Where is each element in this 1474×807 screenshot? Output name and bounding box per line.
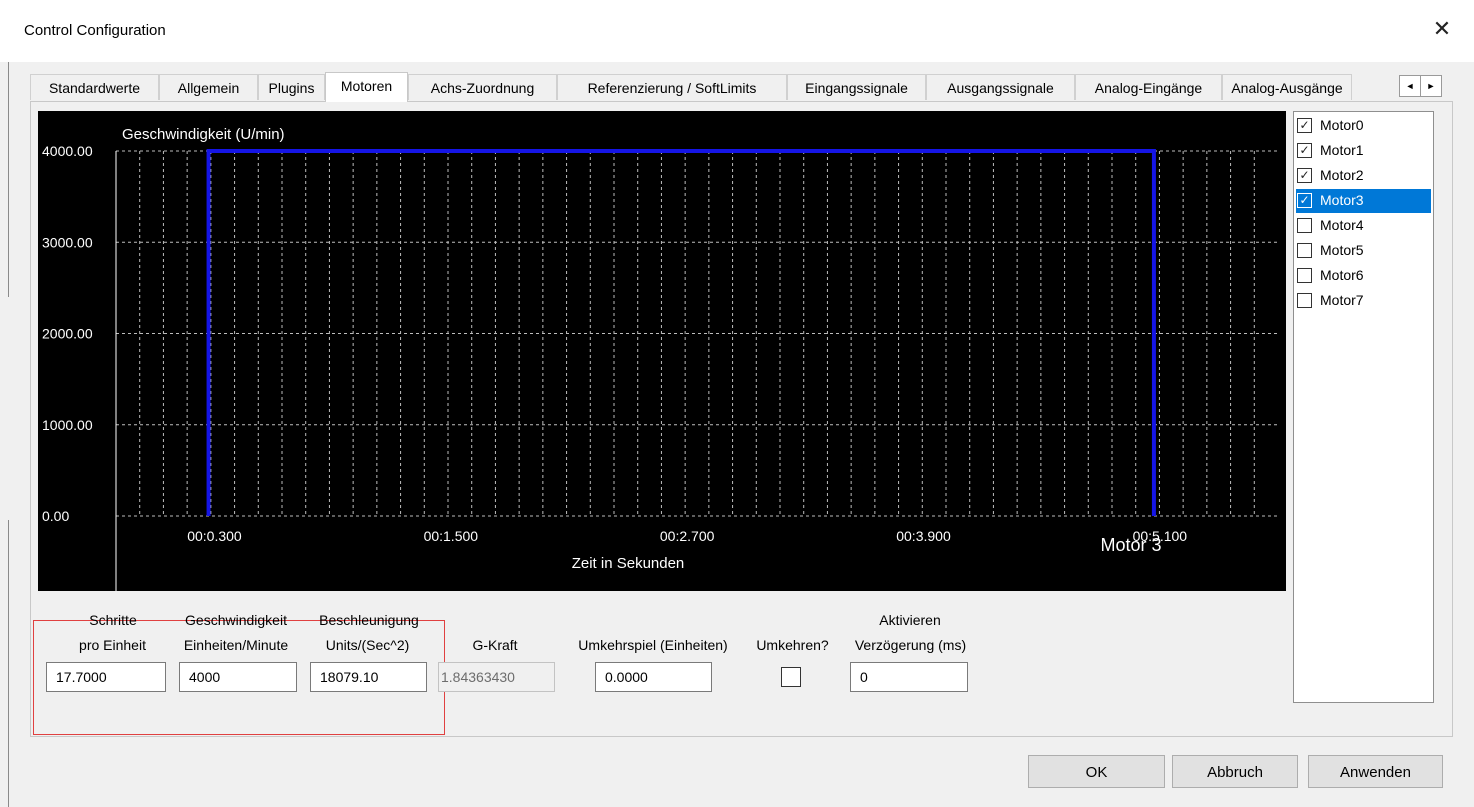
motor-list: ✓ Motor0 ✓ Motor1 ✓ Motor2 ✓ Motor3 Motor4 Motor5… (1293, 111, 1434, 703)
motor-label: Motor7 (1320, 292, 1364, 308)
velocity-chart: 4000.00 3000.00 2000.00 1000.00 0.00 00:0.300… (38, 111, 1286, 591)
ok-button[interactable]: OK (1028, 755, 1165, 788)
motor-list-item[interactable]: Motor4 (1296, 214, 1431, 238)
checkbox-checked-icon[interactable]: ✓ (1297, 143, 1312, 158)
tab-scroll-buttons: ◄ ► (1399, 75, 1442, 97)
motor-list-item[interactable]: ✓ Motor1 (1296, 139, 1431, 163)
enable-delay-label: Verzögerung (ms) (854, 637, 967, 653)
motor-list-item[interactable]: ✓ Motor3 (1296, 189, 1431, 213)
tab-analog-eingänge[interactable]: Analog-Eingänge (1075, 74, 1222, 100)
checkbox-unchecked-icon[interactable] (1297, 293, 1312, 308)
motor-label: Motor2 (1320, 167, 1364, 183)
motor-list-item[interactable]: Motor7 (1296, 289, 1431, 313)
chart-svg: 4000.00 3000.00 2000.00 1000.00 0.00 00:0.300… (42, 126, 1278, 591)
tab-standardwerte[interactable]: Standardwerte (30, 74, 159, 100)
series-label: Motor 3 (1100, 535, 1161, 555)
window-title: Control Configuration (24, 22, 166, 39)
checkbox-checked-icon[interactable]: ✓ (1297, 168, 1312, 183)
motor-label: Motor4 (1320, 217, 1364, 233)
apply-button[interactable]: Anwenden (1308, 755, 1443, 788)
motor-list-item[interactable]: ✓ Motor0 (1296, 114, 1431, 138)
checkbox-checked-icon[interactable]: ✓ (1297, 118, 1312, 133)
y-tick-label: 0.00 (42, 508, 69, 524)
velocity-label: Einheiten/Minute (183, 637, 289, 653)
accel-label: Units/(Sec^2) (325, 637, 410, 653)
motor-list-item[interactable]: Motor6 (1296, 264, 1431, 288)
tab-eingangssignale[interactable]: Eingangssignale (787, 74, 926, 100)
title-bar (0, 0, 1474, 62)
reverse-checkbox[interactable] (781, 667, 801, 687)
reverse-label: Umkehren? (756, 637, 829, 653)
gforce-input (438, 662, 555, 692)
window-edge (8, 520, 9, 807)
x-tick-label: 00:1.500 (424, 528, 479, 544)
tab-strip: Standardwerte Allgemein Plugins Motoren Achs… (30, 72, 1450, 102)
tab-referenzierung-softlimits[interactable]: Referenzierung / SoftLimits (557, 74, 787, 100)
cancel-button[interactable]: Abbruch (1172, 755, 1298, 788)
x-tick-label: 00:2.700 (660, 528, 715, 544)
gforce-label: G-Kraft (472, 637, 518, 653)
motor-label: Motor1 (1320, 142, 1364, 158)
tab-plugins[interactable]: Plugins (258, 74, 325, 100)
steps-per-unit-input[interactable] (46, 662, 166, 692)
tab-ausgangssignale[interactable]: Ausgangssignale (926, 74, 1075, 100)
y-tick-label: 4000.00 (42, 143, 93, 159)
steps-header: Schritte (89, 612, 137, 628)
tab-scroll-right-icon[interactable]: ► (1420, 75, 1442, 97)
motor-label: Motor6 (1320, 267, 1364, 283)
checkbox-unchecked-icon[interactable] (1297, 218, 1312, 233)
velocity-header: Geschwindigkeit (185, 612, 287, 628)
x-axis-label: Zeit in Sekunden (572, 555, 685, 572)
tab-analog-ausgänge[interactable]: Analog-Ausgänge (1222, 74, 1352, 100)
backlash-label: Umkehrspiel (Einheiten) (578, 637, 728, 653)
motor-label: Motor5 (1320, 242, 1364, 258)
tab-motoren[interactable]: Motoren (325, 72, 408, 102)
motor-list-item[interactable]: ✓ Motor2 (1296, 164, 1431, 188)
x-tick-label: 00:0.300 (187, 528, 242, 544)
acceleration-input[interactable] (310, 662, 427, 692)
close-icon[interactable]: ✕ (1427, 14, 1457, 44)
motor-list-item[interactable]: Motor5 (1296, 239, 1431, 263)
chart-title: Geschwindigkeit (U/min) (122, 126, 285, 143)
y-tick-label: 2000.00 (42, 326, 93, 342)
backlash-input[interactable] (595, 662, 712, 692)
velocity-input[interactable] (179, 662, 297, 692)
accel-header: Beschleunigung (319, 612, 419, 628)
enable-header: Aktivieren (879, 612, 941, 628)
steps-label: pro Einheit (79, 637, 146, 653)
motor-label: Motor3 (1320, 192, 1364, 208)
tab-allgemein[interactable]: Allgemein (159, 74, 258, 100)
y-tick-label: 1000.00 (42, 417, 93, 433)
tab-scroll-left-icon[interactable]: ◄ (1399, 75, 1421, 97)
checkbox-unchecked-icon[interactable] (1297, 243, 1312, 258)
x-tick-label: 00:3.900 (896, 528, 951, 544)
checkbox-unchecked-icon[interactable] (1297, 268, 1312, 283)
tab-achs-zuordnung[interactable]: Achs-Zuordnung (408, 74, 557, 100)
window-edge (8, 62, 9, 297)
motor-label: Motor0 (1320, 117, 1364, 133)
enable-delay-input[interactable] (850, 662, 968, 692)
checkbox-checked-icon[interactable]: ✓ (1297, 193, 1312, 208)
y-tick-label: 3000.00 (42, 234, 93, 250)
